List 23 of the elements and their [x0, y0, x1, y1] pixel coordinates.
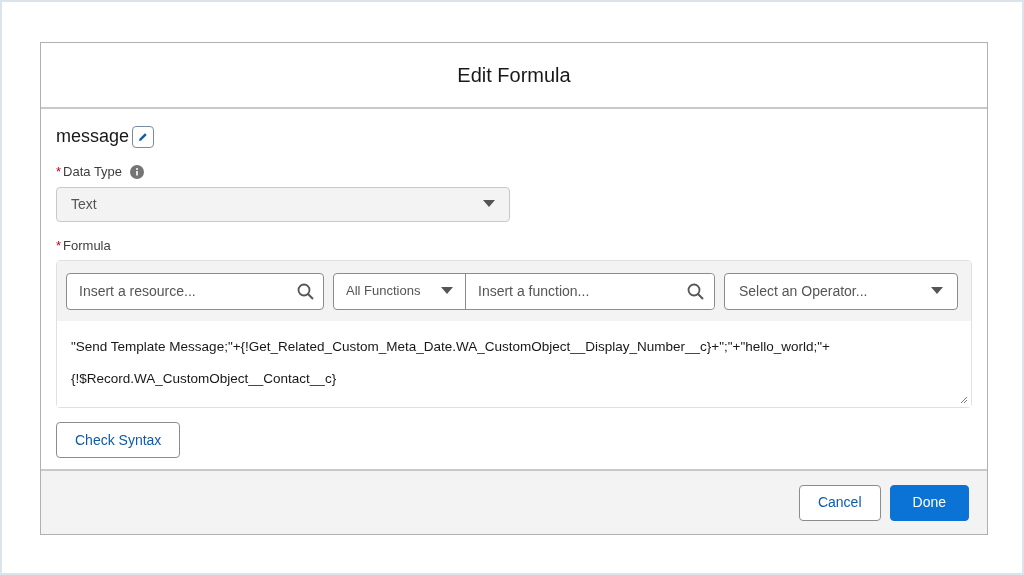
resize-handle-icon[interactable]	[960, 396, 968, 404]
caret-icon	[441, 287, 453, 295]
formula-line: {!$Record.WA_CustomObject__Contact__c}	[71, 370, 338, 389]
search-icon	[297, 282, 314, 300]
field-label: Formula	[63, 236, 111, 255]
caret-icon	[483, 200, 495, 208]
operator-select[interactable]: Select an Operator...	[724, 272, 958, 310]
required-mark: *	[56, 236, 62, 255]
info-icon	[130, 164, 145, 179]
search-icon	[687, 282, 704, 300]
caret-icon	[931, 287, 943, 295]
data-type-select[interactable]: Text	[56, 186, 510, 222]
required-mark: *	[56, 163, 62, 181]
resource-name: message	[56, 125, 130, 148]
done-button[interactable]: Done	[889, 484, 969, 521]
formula-line: "Send Template Message;"+{!Get_Related_Custom_Meta_Date.WA_CustomObject__Display_Number__c}+";"+"hello_world;"+	[71, 338, 831, 356]
function-picker[interactable]: All Functions Insert a function...	[333, 272, 715, 310]
dialog-title: Edit Formula	[457, 63, 571, 88]
check-syntax-button[interactable]: Check Syntax	[56, 422, 181, 458]
edit-button[interactable]	[132, 125, 155, 148]
field-label: Data Type	[63, 163, 123, 181]
cancel-button[interactable]: Cancel	[798, 484, 881, 521]
resource-search-field[interactable]: Insert a resource...	[66, 272, 324, 310]
